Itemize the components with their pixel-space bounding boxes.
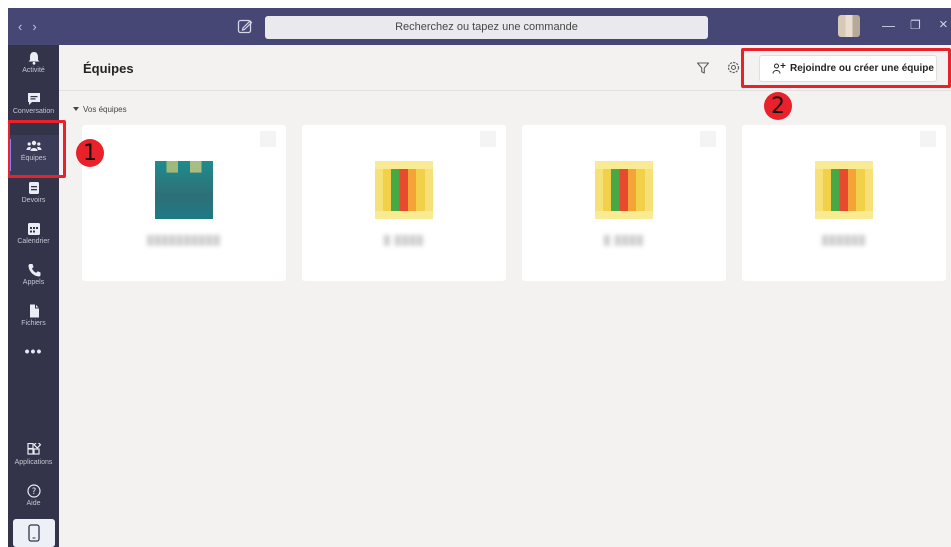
bell-icon [28, 52, 39, 65]
title-bar: ‹› Recherchez ou tapez une commande — ❐ … [8, 8, 951, 45]
forward-arrow-icon[interactable]: › [32, 19, 46, 34]
team-avatar [375, 161, 433, 219]
more-apps-icon[interactable]: ••• [8, 343, 59, 359]
team-name: ██████ [821, 235, 867, 245]
svg-text:?: ? [31, 487, 36, 497]
rail-item-help[interactable]: ? Aide [8, 480, 59, 520]
rail-label: Appels [22, 279, 45, 286]
rail-item-applications[interactable]: Applications [8, 439, 59, 479]
calendar-icon [27, 223, 40, 235]
chat-icon [27, 93, 40, 105]
team-card[interactable]: ██████████ [82, 125, 286, 281]
rail-label: Aide [26, 500, 41, 507]
rail-label: Applications [14, 459, 53, 466]
filter-icon[interactable] [696, 61, 710, 75]
rail-label: Devoirs [21, 197, 46, 204]
teams-window: ‹› Recherchez ou tapez une commande — ❐ … [8, 8, 951, 547]
files-icon [29, 304, 39, 318]
mobile-app-button[interactable] [13, 519, 55, 547]
more-options-icon[interactable] [700, 131, 716, 147]
your-teams-section-toggle[interactable]: Vos équipes [73, 105, 127, 114]
team-card[interactable]: █ ████ [302, 125, 506, 281]
page-title: Équipes [83, 61, 134, 76]
annotation-badge-2: 2 [764, 92, 792, 120]
team-name: █ ████ [603, 235, 645, 245]
settings-gear-icon[interactable] [726, 60, 741, 75]
team-avatar [595, 161, 653, 219]
rail-item-files[interactable]: Fichiers [8, 300, 59, 340]
rail-label: Activité [22, 67, 45, 74]
command-search-input[interactable]: Recherchez ou tapez une commande [265, 16, 708, 39]
apps-icon [26, 443, 41, 455]
back-arrow-icon[interactable]: ‹ [18, 19, 32, 34]
rail-label: Fichiers [21, 320, 46, 327]
team-avatar [815, 161, 873, 219]
rail-label: Calendrier [17, 238, 50, 245]
phone-icon [28, 264, 40, 277]
team-name: █ ████ [383, 235, 425, 245]
team-card[interactable]: ██████ [742, 125, 946, 281]
mobile-phone-icon [28, 524, 40, 542]
user-avatar[interactable] [838, 15, 860, 37]
more-options-icon[interactable] [920, 131, 936, 147]
compose-icon[interactable] [236, 17, 254, 35]
annotation-highlight-join [741, 48, 951, 88]
help-icon: ? [26, 484, 41, 498]
rail-item-activity[interactable]: Activité [8, 47, 59, 87]
section-label: Vos équipes [83, 105, 127, 114]
annotation-highlight-teams [8, 120, 66, 178]
rail-item-calendar[interactable]: Calendrier [8, 218, 59, 258]
minimize-icon[interactable]: — [882, 18, 895, 33]
team-card[interactable]: █ ████ [522, 125, 726, 281]
assignments-icon [28, 182, 39, 194]
more-options-icon[interactable] [480, 131, 496, 147]
team-avatar [155, 161, 213, 219]
rail-item-assignments[interactable]: Devoirs [8, 177, 59, 217]
annotation-badge-1: 1 [76, 139, 104, 167]
history-nav: ‹› [18, 19, 47, 34]
close-icon[interactable]: × [939, 16, 948, 33]
rail-item-calls[interactable]: Appels [8, 259, 59, 299]
restore-icon[interactable]: ❐ [910, 18, 921, 32]
more-options-icon[interactable] [260, 131, 276, 147]
rail-label: Conversation [12, 108, 55, 115]
chevron-down-icon [73, 107, 79, 111]
team-name: ██████████ [147, 235, 221, 245]
